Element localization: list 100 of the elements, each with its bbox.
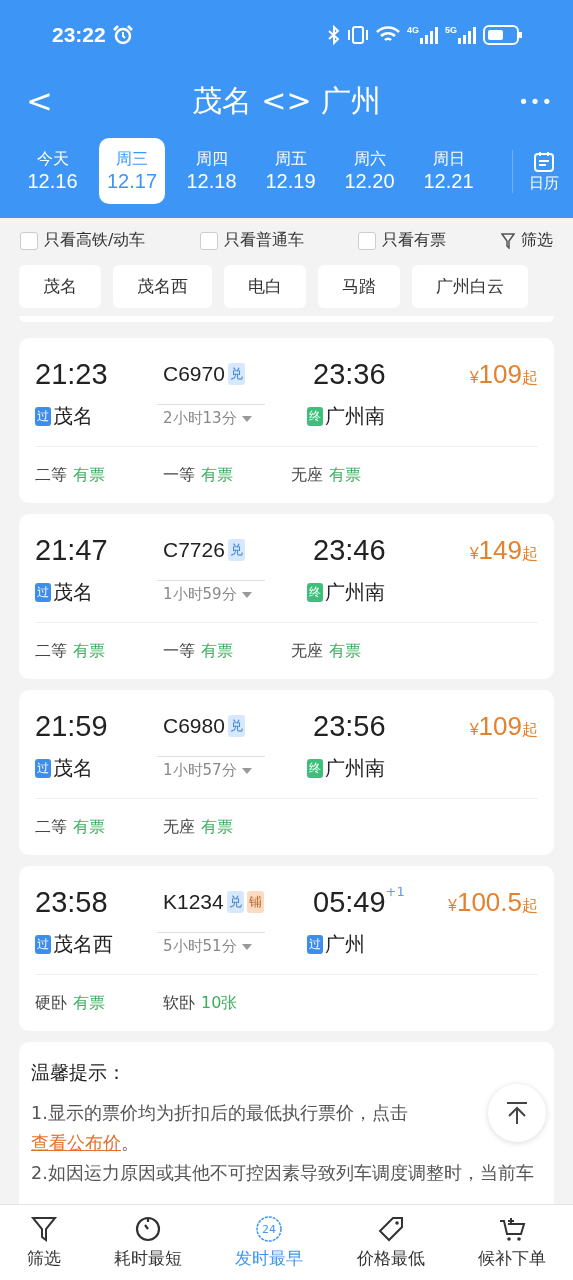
- tips-title: 温馨提示：: [31, 1060, 127, 1085]
- alarm-icon: [111, 24, 134, 46]
- price: ¥100.5起: [448, 886, 538, 918]
- filter-button[interactable]: 筛选: [501, 230, 553, 251]
- station-tag: 过: [35, 934, 51, 954]
- train-badge: 兑: [227, 539, 245, 561]
- seat-class: 无座: [291, 640, 323, 662]
- station-tag: 过: [35, 582, 51, 602]
- seat-availability: 有票: [329, 464, 361, 486]
- filter-icon: [29, 1215, 58, 1243]
- seat-class: 二等: [35, 640, 67, 662]
- seat-availability: 有票: [73, 992, 105, 1014]
- seat-class: 二等: [35, 464, 67, 486]
- seat-class: 硬卧: [35, 992, 67, 1014]
- train-badge: 兑: [227, 363, 245, 385]
- nav-tab[interactable]: 筛选: [26, 1215, 61, 1270]
- station-chip[interactable]: 广州白云: [412, 265, 528, 308]
- duration-toggle[interactable]: 2小时13分: [157, 409, 253, 428]
- station-name: 广州南: [325, 402, 385, 430]
- seat-class: 无座: [163, 816, 195, 838]
- duration-toggle[interactable]: 1小时59分: [157, 585, 253, 604]
- duration-toggle[interactable]: 1小时57分: [157, 761, 253, 780]
- depart-time: 21:23: [35, 357, 109, 391]
- clock-icon: [134, 1215, 163, 1243]
- tip-text: 2.如因运力原因或其他不可控因素导致列车调度调整时，当前车: [31, 1162, 535, 1185]
- station-tag: 过: [307, 934, 323, 954]
- page-title: 茂名 <> 广州: [190, 81, 383, 120]
- train-badge: 铺: [246, 891, 264, 913]
- caret-icon: [240, 766, 253, 775]
- seat-availability: 10张: [201, 992, 238, 1014]
- price-tag-icon: [376, 1215, 405, 1243]
- network-label: 5G: [445, 25, 457, 35]
- station-chip[interactable]: 电白: [224, 265, 306, 308]
- nav-tab[interactable]: 耗时最短: [114, 1215, 183, 1270]
- depart-time: 23:58: [35, 885, 109, 919]
- seat-availability: 有票: [73, 640, 105, 662]
- price: ¥109起: [469, 710, 538, 742]
- station-chip[interactable]: 茂名西: [113, 265, 212, 308]
- train-number: C6980: [163, 714, 225, 738]
- calendar-icon: [532, 149, 556, 174]
- seat-availability: 有票: [73, 464, 105, 486]
- seat-class: 一等: [163, 640, 195, 662]
- train-number: K1234: [163, 890, 224, 914]
- filter-checkbox[interactable]: 只看有票: [358, 230, 447, 251]
- depart-time: 21:47: [35, 533, 109, 567]
- train-badge: 兑: [227, 715, 245, 737]
- caret-icon: [240, 590, 253, 599]
- station-name: 茂名: [53, 578, 93, 606]
- station-tag: 终: [307, 406, 323, 426]
- battery-icon: [483, 24, 523, 46]
- station-name: 广州南: [325, 754, 385, 782]
- seat-class: 二等: [35, 816, 67, 838]
- station-name: 广州: [325, 930, 365, 958]
- seat-availability: 有票: [201, 464, 233, 486]
- duration-toggle[interactable]: 5小时51分: [157, 937, 253, 956]
- station-name: 茂名: [53, 402, 93, 430]
- tip-text: 1.显示的票价均为折扣后的最低执行票价，点击 查看公布价。: [31, 1102, 409, 1155]
- station-chip[interactable]: 茂名: [19, 265, 101, 308]
- seat-class: 软卧: [163, 992, 195, 1014]
- depart-time: 21:59: [35, 709, 109, 743]
- network-label: 4G: [406, 25, 419, 35]
- station-name: 广州南: [325, 578, 385, 606]
- arrive-time: 23:36: [313, 357, 386, 391]
- bluetooth-icon: [326, 25, 341, 45]
- arrive-time: 05:49: [313, 885, 386, 919]
- station-tag: 终: [307, 758, 323, 778]
- filter-icon: [501, 232, 515, 249]
- train-badge: 兑: [226, 891, 244, 913]
- vibrate-icon: [346, 25, 369, 45]
- arrow-up-icon: [504, 1100, 530, 1126]
- price: ¥149起: [469, 534, 538, 566]
- seat-availability: 有票: [201, 816, 233, 838]
- filter-checkbox[interactable]: 只看普通车: [199, 230, 304, 251]
- signal-icon: [457, 25, 477, 45]
- station-tag: 过: [35, 758, 51, 778]
- seat-availability: 有票: [201, 640, 233, 662]
- arrive-time: 23:46: [313, 533, 386, 567]
- train-number: C6970: [163, 362, 225, 386]
- caret-icon: [240, 414, 253, 423]
- station-name: 茂名: [53, 754, 93, 782]
- next-day-mark: +1: [385, 884, 405, 899]
- station-chip[interactable]: 马踏: [318, 265, 400, 308]
- nav-tab[interactable]: 候补下单: [478, 1215, 547, 1270]
- price: ¥109起: [469, 358, 538, 390]
- status-time: 23:22: [52, 23, 106, 47]
- seat-class: 一等: [163, 464, 195, 486]
- station-tag: 终: [307, 582, 323, 602]
- caret-icon: [240, 942, 253, 951]
- nav-tab[interactable]: 价格最低: [356, 1215, 425, 1270]
- seat-availability: 有票: [329, 640, 361, 662]
- seat-class: 无座: [291, 464, 323, 486]
- seat-availability: 有票: [73, 816, 105, 838]
- station-tag: 过: [35, 406, 51, 426]
- arrive-time: 23:56: [313, 709, 386, 743]
- signal-icon: [419, 25, 439, 45]
- clock-24-icon: 24: [255, 1215, 284, 1243]
- station-name: 茂名西: [53, 930, 113, 958]
- filter-checkbox[interactable]: 只看高铁/动车: [20, 230, 146, 251]
- cart-icon: [498, 1215, 527, 1243]
- train-number: C7726: [163, 538, 225, 562]
